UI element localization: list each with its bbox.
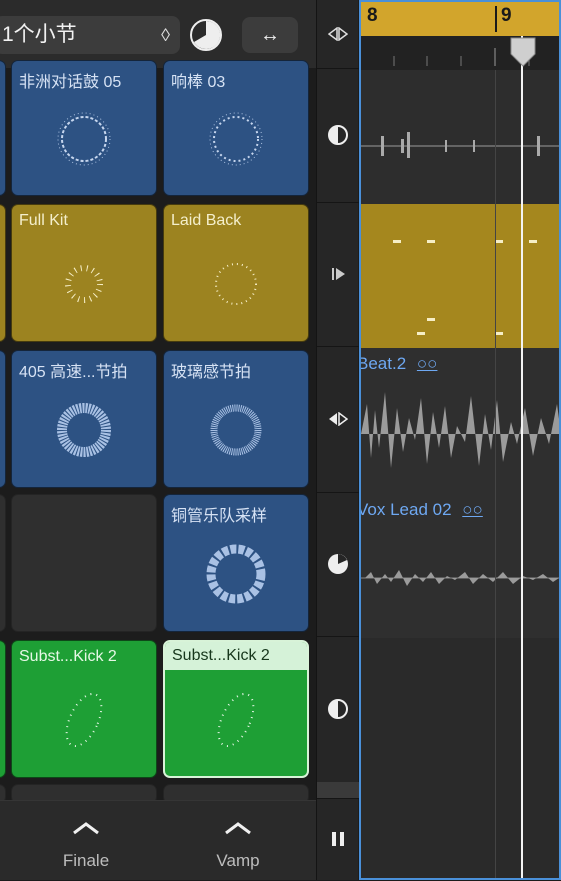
expand-button[interactable]: ↔ [242, 17, 298, 53]
track-row-partial [317, 782, 359, 799]
bar-divider [495, 6, 497, 32]
cell-empty[interactable] [11, 494, 157, 632]
playhead[interactable] [521, 36, 523, 878]
track-controls-column [316, 0, 359, 880]
cell-405-beat[interactable]: 405 高速...节拍 [11, 350, 157, 488]
cell-label: Subst...Kick 2 [172, 647, 270, 664]
cell-edge[interactable] [0, 204, 6, 342]
scene-label: Vamp [216, 851, 260, 870]
track-row-footer [317, 798, 359, 880]
midi-notes [393, 240, 537, 335]
stereo-arrows-icon[interactable] [328, 412, 348, 426]
quantize-value: 1个小节 [2, 23, 77, 46]
circular-pattern-icon [65, 692, 103, 747]
track-lane-vox[interactable]: Vox Lead 02 ○○ [359, 494, 559, 639]
circular-waveform-icon [210, 404, 262, 456]
track-lane-midi[interactable] [361, 204, 559, 349]
region-name: Vox Lead 02 ○○ [359, 500, 483, 519]
cell-claves[interactable]: 响棒 03 [163, 60, 309, 196]
track-row [317, 202, 359, 347]
track-row-header [317, 0, 359, 69]
track-lane-empty[interactable] [361, 638, 559, 785]
bar-number: 9 [501, 5, 512, 26]
scene-trigger-bar: Finale Vamp [0, 800, 316, 880]
track-lane[interactable] [361, 70, 559, 205]
cell-label: Subst...Kick 2 [19, 648, 117, 665]
half-circle-play-icon[interactable] [328, 125, 348, 145]
chevron-up-icon [73, 822, 99, 835]
track-row [317, 636, 359, 783]
circular-pattern-icon [217, 692, 255, 747]
cell-subst-kick-2[interactable]: Subst...Kick 2 [163, 640, 309, 778]
region-name: Beat.2 ○○ [359, 354, 438, 373]
half-circle-play-icon[interactable] [328, 699, 348, 719]
loop-icon: ○○ [416, 354, 438, 373]
progress-circle-icon[interactable] [327, 553, 349, 575]
track-row [317, 346, 359, 493]
play-queued-icon[interactable] [330, 266, 346, 282]
circular-pattern-icon [215, 262, 257, 305]
tracks-area[interactable]: 8 9 Beat.2 ○○ Vox Lead 02 ○○ [359, 0, 561, 880]
cell-label: 铜管乐队采样 [171, 508, 268, 525]
cell-african-drum[interactable]: 非洲对话鼓 05 [11, 60, 157, 196]
scene-trigger-vamp[interactable]: Vamp [162, 801, 314, 881]
cell-full-kit[interactable]: Full Kit [11, 204, 157, 342]
cell-edge[interactable] [0, 494, 6, 632]
cell-label: 玻璃感节拍 [171, 364, 252, 381]
scene-label: Finale [62, 851, 110, 870]
quantize-circle-icon[interactable] [190, 19, 222, 51]
audio-waveform [361, 132, 559, 158]
cell-label: Full Kit [19, 212, 68, 229]
cell-label: 405 高速...节拍 [19, 364, 128, 381]
track-lane-empty[interactable] [361, 784, 559, 878]
cell-subst-kick-1[interactable]: Subst...Kick 2 [11, 640, 157, 778]
circular-waveform-icon [57, 112, 111, 166]
circular-pattern-icon [65, 264, 103, 303]
track-row [317, 492, 359, 637]
toolbar: 1个小节 ◊ ↔ [0, 0, 316, 68]
cell-label: 非洲对话鼓 05 [19, 74, 122, 91]
pause-icon[interactable] [331, 831, 345, 847]
cell-edge[interactable] [0, 60, 6, 196]
bar-number: 8 [367, 5, 378, 26]
scene-trigger-finale[interactable]: Finale [10, 801, 162, 881]
cycle-bar[interactable]: 8 9 [361, 2, 559, 36]
cell-edge[interactable] [0, 640, 6, 778]
circular-waveform-icon [209, 112, 263, 166]
cell-glass-beat[interactable]: 玻璃感节拍 [163, 350, 309, 488]
circular-waveform-icon [57, 402, 111, 457]
stepper-icon: ◊ [161, 25, 170, 45]
resize-arrows-icon[interactable] [328, 27, 348, 41]
cell-edge[interactable] [0, 350, 6, 488]
cell-label: Laid Back [171, 212, 242, 229]
track-lane-beat[interactable]: Beat.2 ○○ [359, 348, 559, 495]
cell-brass-band[interactable]: 铜管乐队采样 [163, 494, 309, 632]
cell-label: 响棒 03 [171, 74, 226, 91]
loop-icon: ○○ [462, 500, 483, 519]
playhead-handle-icon[interactable] [509, 36, 537, 68]
chevron-up-icon [225, 822, 251, 835]
quantize-popup[interactable]: 1个小节 ◊ [0, 16, 180, 54]
cell-laid-back[interactable]: Laid Back [163, 204, 309, 342]
bar-gridline [495, 70, 496, 878]
circular-waveform-icon [206, 544, 266, 604]
track-row [317, 68, 359, 203]
